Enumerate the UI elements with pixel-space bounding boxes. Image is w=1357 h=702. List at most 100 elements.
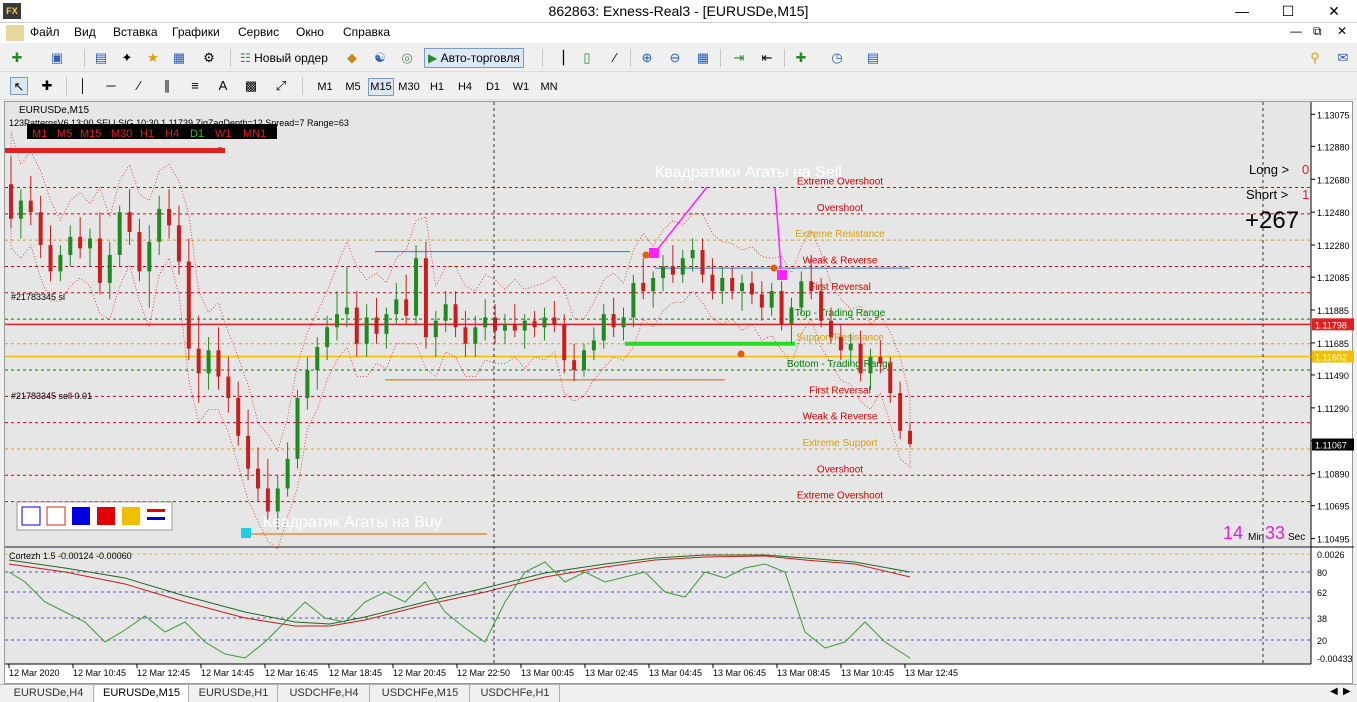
fibonacci-icon[interactable]: ≡	[186, 77, 204, 95]
menu-view[interactable]: Вид	[74, 25, 96, 39]
long-label: Long >	[1249, 162, 1289, 177]
menu-help[interactable]: Справка	[343, 25, 390, 39]
templates-icon[interactable]: ▤	[864, 49, 882, 67]
tf-m30[interactable]: M30	[396, 78, 422, 96]
candle-body	[473, 327, 478, 344]
candle-chart-icon[interactable]: ▯	[578, 49, 596, 67]
price-tick-label: 1.12680	[1317, 175, 1350, 185]
chart-shift-icon[interactable]: ⇤	[758, 49, 776, 67]
bar-chart-icon[interactable]: ▕	[550, 49, 568, 67]
autoscroll-icon[interactable]: ⇥	[730, 49, 748, 67]
search-icon[interactable]: ⚲	[1306, 49, 1324, 67]
candle-body	[78, 236, 83, 249]
legend-swatch-gold[interactable]	[122, 507, 140, 525]
candle-body	[354, 307, 359, 344]
cursor-icon[interactable]: ↖	[10, 77, 28, 95]
candle-body	[463, 327, 468, 344]
equidistant-channel-icon[interactable]: ∥	[158, 77, 176, 95]
menu-window[interactable]: Окно	[296, 25, 324, 39]
tab-label: USDCHFe,M15	[381, 687, 459, 699]
menu-insert[interactable]: Вставка	[113, 25, 158, 39]
chart-canvas[interactable]: Extreme Overshoot Overshoot Extreme Resist…	[5, 102, 1354, 685]
tab-usdchfe-m15[interactable]: USDCHFe,M15	[371, 685, 470, 702]
tab-usdchfe-h1[interactable]: USDCHFe,H1	[471, 685, 560, 702]
line-chart-icon[interactable]: ∕	[606, 49, 624, 67]
arrows-icon[interactable]: ⤢	[272, 77, 290, 95]
metaeditor-icon[interactable]: ◆	[343, 49, 361, 67]
periods-icon[interactable]: ◷	[828, 49, 846, 67]
mdi-restore-icon[interactable]: ⧉	[1313, 24, 1322, 39]
candle-body	[404, 299, 409, 316]
candle-body	[206, 350, 211, 374]
candle-body	[196, 348, 201, 374]
market-watch-icon[interactable]: ▤	[92, 49, 110, 67]
maximize-icon[interactable]: ☐	[1265, 0, 1311, 22]
navigator-icon[interactable]: ★	[144, 49, 162, 67]
close-icon[interactable]: ✕	[1311, 0, 1357, 22]
tab-scroll-left-icon[interactable]: ◀	[1330, 686, 1338, 697]
legend-swatch-red-outline[interactable]	[46, 506, 66, 526]
text-label-icon[interactable]: ▩	[242, 77, 260, 95]
legend-swatch-blue[interactable]	[72, 507, 90, 525]
signals-icon[interactable]: ☯	[371, 49, 389, 67]
time-tick-label: 13 Mar 10:45	[841, 668, 894, 678]
tf-h1[interactable]: H1	[424, 78, 450, 96]
sell-square-2	[777, 270, 787, 280]
candle-body	[641, 282, 646, 292]
time-tick-label: 12 Mar 12:45	[137, 668, 190, 678]
chart-doc-icon	[6, 25, 24, 41]
text-icon[interactable]: A	[214, 77, 232, 95]
candle-body	[285, 458, 290, 489]
legend-swatch-red[interactable]	[97, 507, 115, 525]
terminal-icon[interactable]: ▦	[170, 49, 188, 67]
trendline-icon[interactable]: ∕	[130, 77, 148, 95]
buy-square	[241, 528, 251, 538]
menu-tools[interactable]: Сервис	[238, 25, 279, 39]
zoom-out-icon[interactable]: ⊖	[666, 49, 684, 67]
tf-h4[interactable]: H4	[452, 78, 478, 96]
minimize-icon[interactable]: —	[1219, 0, 1265, 22]
vertical-line-icon[interactable]: │	[74, 77, 92, 95]
main-toolbar: ✚ ▣ ▤ ✦ ★ ▦ ⚙ ☷ Новый ордер ◆ ☯ ◎ ▶ Авто…	[0, 44, 1357, 72]
new-chart-icon[interactable]: ✚	[8, 49, 26, 67]
menu-charts[interactable]: Графики	[172, 25, 220, 39]
indicators-icon[interactable]: ✚	[792, 49, 810, 67]
new-order-button[interactable]: ☷ Новый ордер	[236, 48, 332, 68]
candle-body	[275, 488, 280, 512]
zoom-in-icon[interactable]: ⊕	[638, 49, 656, 67]
tf-w1[interactable]: W1	[508, 78, 534, 96]
market-icon[interactable]: ◎	[398, 49, 416, 67]
legend-swatch-blue-outline[interactable]	[21, 506, 41, 526]
chart-window[interactable]: Extreme Overshoot Overshoot Extreme Resist…	[4, 101, 1354, 685]
price-tick-label: 1.11685	[1317, 339, 1349, 349]
timer-minutes: 14	[1223, 523, 1243, 543]
tab-eurusde-h1[interactable]: EURUSDe,H1	[190, 685, 278, 702]
tab-usdchfe-h4[interactable]: USDCHFe,H4	[279, 685, 370, 702]
crosshair-icon[interactable]: ✚	[38, 77, 56, 95]
tf-m15[interactable]: M15	[368, 78, 394, 96]
tf-d1[interactable]: D1	[480, 78, 506, 96]
menu-file[interactable]: Файл	[30, 25, 60, 39]
tab-eurusde-m15[interactable]: EURUSDe,M15	[95, 685, 189, 702]
horizontal-line-icon[interactable]: ─	[102, 77, 120, 95]
mdi-minimize-icon[interactable]: —	[1290, 24, 1302, 38]
chat-icon[interactable]: ✉	[1334, 49, 1352, 67]
autotrading-button[interactable]: ▶ Авто-торговля	[424, 48, 524, 68]
mdi-close-icon[interactable]: ✕	[1337, 24, 1347, 38]
tf-m5[interactable]: M5	[340, 78, 366, 96]
candle-body	[38, 212, 43, 246]
price-tick-label: 1.10890	[1317, 470, 1350, 480]
price-tick-label: 1.10695	[1317, 502, 1350, 512]
tab-scroll-right-icon[interactable]: ▶	[1343, 686, 1351, 697]
data-window-icon[interactable]: ✦	[118, 49, 136, 67]
candle-body	[483, 317, 488, 328]
tab-eurusde-h4[interactable]: EURUSDe,H4	[4, 685, 94, 702]
tf-m1[interactable]: M1	[312, 78, 338, 96]
tf-mn[interactable]: MN	[536, 78, 562, 96]
profiles-icon[interactable]: ▣	[48, 49, 66, 67]
candle-body	[740, 282, 745, 292]
price-tick-label: 1.12880	[1317, 142, 1350, 152]
tester-icon[interactable]: ⚙	[200, 49, 218, 67]
tile-windows-icon[interactable]: ▦	[694, 49, 712, 67]
candle-body	[315, 347, 320, 371]
